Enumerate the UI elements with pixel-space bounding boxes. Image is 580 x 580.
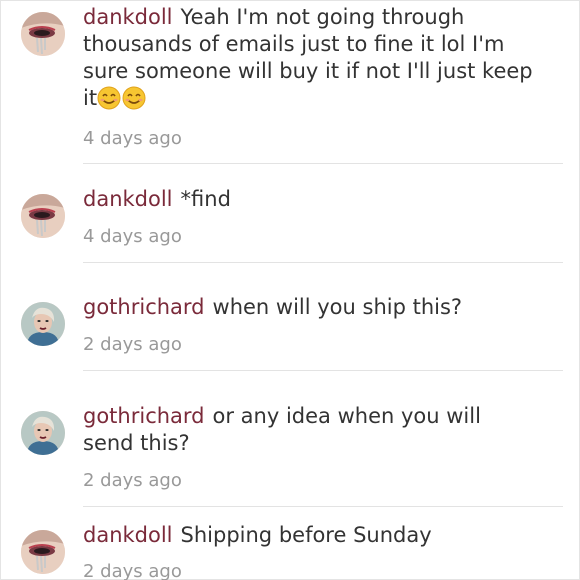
- comment-text: dankdoll *find: [83, 186, 533, 213]
- dankdoll-avatar[interactable]: [21, 194, 65, 238]
- comment-timestamp: 4 days ago: [83, 128, 182, 149]
- comment-timestamp: 2 days ago: [83, 561, 182, 580]
- avatar-image: [21, 302, 65, 346]
- gothrichard-avatar[interactable]: [21, 302, 65, 346]
- comment-timestamp: 2 days ago: [83, 334, 182, 355]
- dankdoll-avatar[interactable]: [21, 530, 65, 574]
- comment-username[interactable]: dankdoll: [83, 523, 173, 547]
- comment-text: dankdoll Yeah I'm not going through thous…: [83, 4, 533, 112]
- avatar-image: [21, 194, 65, 238]
- gothrichard-avatar[interactable]: [21, 411, 65, 455]
- comment-divider: [83, 506, 563, 507]
- smiling-face-emoji: [122, 86, 146, 110]
- avatar-image: [21, 411, 65, 455]
- smiling-face-emoji: [97, 86, 121, 110]
- comment-body: Shipping before Sunday: [180, 523, 432, 547]
- comment-text: gothrichard or any idea when you will sen…: [83, 403, 533, 457]
- comment-timestamp: 2 days ago: [83, 470, 182, 491]
- comment-body: *find: [180, 187, 231, 211]
- comment-divider: [83, 163, 563, 164]
- comment-divider: [83, 370, 563, 371]
- avatar-image: [21, 530, 65, 574]
- comments-panel: dankdoll Yeah I'm not going through thous…: [0, 0, 580, 580]
- comment-username[interactable]: dankdoll: [83, 5, 173, 29]
- comment-username[interactable]: gothrichard: [83, 295, 205, 319]
- comment-text: dankdoll Shipping before Sunday: [83, 522, 533, 549]
- dankdoll-avatar[interactable]: [21, 12, 65, 56]
- comment-username[interactable]: gothrichard: [83, 404, 205, 428]
- comment-body: when will you ship this?: [212, 295, 463, 319]
- comment-divider: [83, 262, 563, 263]
- comment-username[interactable]: dankdoll: [83, 187, 173, 211]
- comment-text: gothrichard when will you ship this?: [83, 294, 533, 321]
- comment-timestamp: 4 days ago: [83, 226, 182, 247]
- avatar-image: [21, 12, 65, 56]
